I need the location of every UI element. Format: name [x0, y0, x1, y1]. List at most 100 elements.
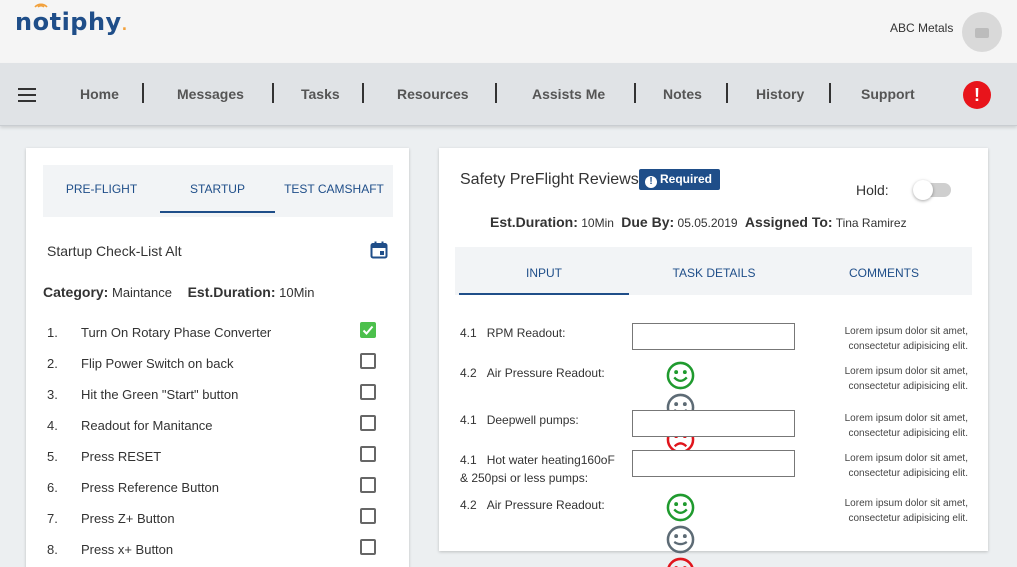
rating-faces: [666, 361, 698, 454]
meta-assigned-label: Assigned To:: [744, 214, 833, 230]
step-number: 2.: [47, 356, 58, 371]
tab-test-camshaft[interactable]: TEST CAMSHAFT: [275, 165, 393, 213]
logo-text-o: o: [33, 3, 50, 36]
step-text: Turn On Rotary Phase Converter: [81, 325, 272, 340]
step-text: Flip Power Switch on back: [81, 356, 234, 371]
rpm-readout-input[interactable]: [632, 323, 795, 350]
row-note: Lorem ipsum dolor sit amet, consectetur a…: [844, 453, 968, 479]
step-checkbox[interactable]: [360, 415, 376, 431]
step-number: 5.: [47, 449, 58, 464]
tab-pre-flight[interactable]: PRE-FLIGHT: [43, 165, 160, 213]
user-avatar[interactable]: [962, 12, 1002, 52]
tab-comments[interactable]: COMMENTS: [799, 247, 969, 295]
step-number: 7.: [47, 511, 58, 526]
review-title: Safety PreFlight Reviews: [460, 171, 639, 188]
row-note: Lorem ipsum dolor sit amet, consectetur a…: [844, 326, 968, 352]
main-nav: Home Messages Tasks Resources Assists Me…: [0, 63, 1017, 126]
step-checkbox[interactable]: [360, 477, 376, 493]
happy-face-icon[interactable]: [666, 493, 695, 522]
input-label: 4.1 RPM Readout:: [460, 326, 566, 340]
category-line: Category: Maintance Est.Duration: 10Min: [43, 284, 315, 300]
input-label: 4.1 Deepwell pumps:: [460, 413, 579, 427]
step-text: Readout for Manitance: [81, 418, 213, 433]
hold-label: Hold:: [856, 182, 889, 198]
input-label: 4.2 Air Pressure Readout:: [460, 366, 605, 380]
row-note: Lorem ipsum dolor sit amet, consectetur a…: [844, 498, 968, 524]
row-note: Lorem ipsum dolor sit amet, consectetur a…: [844, 366, 968, 392]
row-note: Lorem ipsum dolor sit amet, consectetur a…: [844, 413, 968, 439]
nav-divider: [726, 83, 728, 103]
checklist-card: PRE-FLIGHT STARTUP TEST CAMSHAFT Startup…: [26, 148, 409, 567]
nav-history[interactable]: History: [756, 86, 804, 102]
meta-duration-label: Est.Duration:: [490, 214, 578, 230]
step-text: Press Z+ Button: [81, 511, 175, 526]
nav-support[interactable]: Support: [861, 86, 915, 102]
exclamation-icon: !: [645, 176, 657, 188]
step-checkbox[interactable]: [360, 322, 376, 338]
step-text: Hit the Green "Start" button: [81, 387, 239, 402]
tab-task-details[interactable]: TASK DETAILS: [629, 247, 799, 295]
nav-messages[interactable]: Messages: [177, 86, 244, 102]
step-checkbox[interactable]: [360, 446, 376, 462]
nav-notes[interactable]: Notes: [663, 86, 702, 102]
nav-home[interactable]: Home: [80, 86, 119, 102]
step-number: 8.: [47, 542, 58, 557]
notiphy-logo[interactable]: n otiphy.: [15, 3, 128, 36]
rating-faces: [666, 493, 698, 567]
checklist-tabs: PRE-FLIGHT STARTUP TEST CAMSHAFT: [43, 165, 393, 217]
step-checkbox[interactable]: [360, 384, 376, 400]
happy-face-icon[interactable]: [666, 361, 695, 390]
step-checkbox[interactable]: [360, 508, 376, 524]
category-label: Category:: [43, 284, 109, 300]
toggle-knob[interactable]: [913, 180, 933, 200]
input-label: 4.1 Hot water heating160oF & 250psi or le…: [460, 453, 615, 485]
duration-label: Est.Duration:: [187, 284, 276, 300]
logo-dot: .: [121, 18, 128, 34]
nav-tasks[interactable]: Tasks: [301, 86, 340, 102]
calendar-icon[interactable]: [370, 241, 388, 259]
review-meta: Est.Duration: 10Min Due By: 05.05.2019 A…: [490, 214, 907, 230]
step-number: 3.: [47, 387, 58, 402]
nav-divider: [634, 83, 636, 103]
nav-resources[interactable]: Resources: [397, 86, 469, 102]
step-text: Press x+ Button: [81, 542, 174, 557]
sad-face-icon[interactable]: [666, 557, 695, 567]
hamburger-menu-icon[interactable]: [18, 88, 36, 102]
hold-toggle[interactable]: [913, 180, 951, 200]
top-header: n otiphy. ABC Metals: [0, 0, 1017, 63]
category-value: Maintance: [111, 285, 172, 300]
step-number: 1.: [47, 325, 58, 340]
required-badge: ! Required: [639, 169, 721, 190]
meta-due-label: Due By:: [621, 214, 675, 230]
checkmark-icon: [362, 325, 374, 335]
nav-divider: [495, 83, 497, 103]
nav-divider: [829, 83, 831, 103]
required-badge-label: Required: [660, 172, 713, 186]
step-checkbox[interactable]: [360, 353, 376, 369]
step-checkbox[interactable]: [360, 539, 376, 555]
tab-input[interactable]: INPUT: [459, 247, 629, 295]
neutral-face-icon[interactable]: [666, 525, 695, 554]
checklist-title: Startup Check-List Alt: [47, 243, 182, 259]
input-label: 4.2 Air Pressure Readout:: [460, 498, 605, 512]
hot-water-pumps-input[interactable]: [632, 450, 795, 477]
alert-icon[interactable]: !: [963, 81, 991, 109]
avatar-placeholder-icon: [975, 28, 989, 38]
step-text: Press RESET: [81, 449, 162, 464]
tab-startup[interactable]: STARTUP: [160, 165, 275, 213]
logo-text-rest: tiphy: [49, 8, 122, 36]
meta-assigned-value: Tina Ramirez: [835, 216, 907, 230]
nav-assists-me[interactable]: Assists Me: [532, 86, 605, 102]
step-number: 4.: [47, 418, 58, 433]
company-name: ABC Metals: [890, 21, 954, 35]
deepwell-pumps-input[interactable]: [632, 410, 795, 437]
step-number: 6.: [47, 480, 58, 495]
nav-divider: [272, 83, 274, 103]
duration-value: 10Min: [279, 285, 315, 300]
meta-duration-value: 10Min: [581, 216, 614, 230]
step-text: Press Reference Button: [81, 480, 220, 495]
nav-divider: [362, 83, 364, 103]
wifi-icon: [33, 3, 48, 8]
meta-due-value: 05.05.2019: [677, 216, 738, 230]
review-card: Safety PreFlight Reviews ! Required Hold:…: [439, 148, 988, 567]
